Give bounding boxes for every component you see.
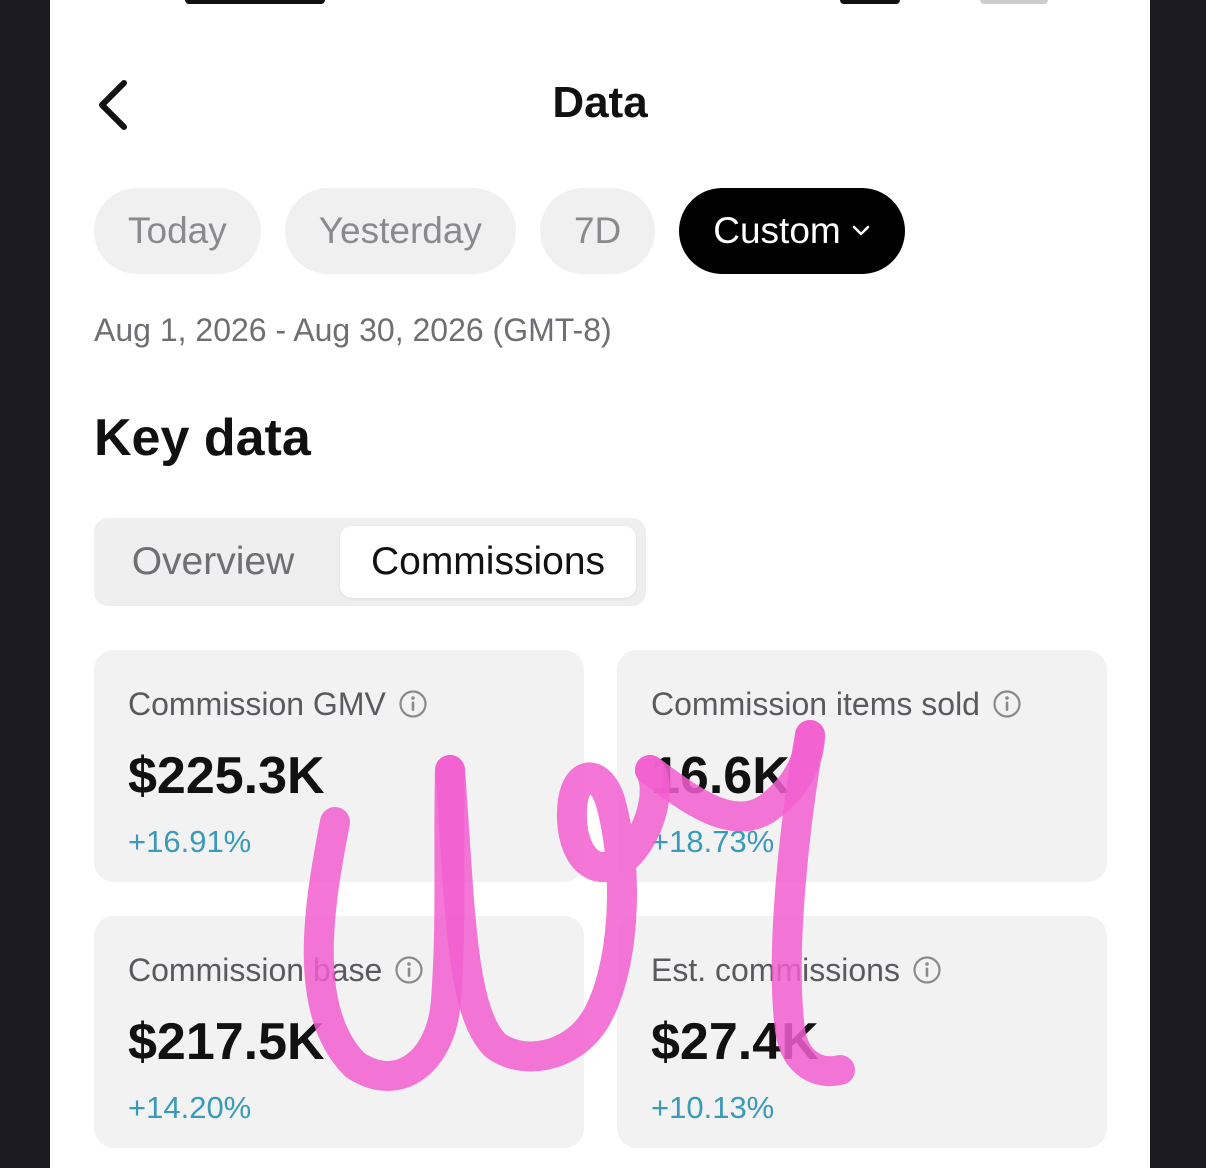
chip-custom[interactable]: Custom: [679, 188, 905, 274]
tab-overview[interactable]: Overview: [100, 526, 326, 598]
metric-label-row: Commission GMV: [128, 684, 550, 724]
metric-card-commission-base[interactable]: Commission base $217.5K +14.20%: [94, 916, 584, 1148]
metric-value: $217.5K: [128, 1013, 325, 1071]
metric-card-est-commissions[interactable]: Est. commissions $27.4K +10.13%: [617, 916, 1107, 1148]
key-data-tabs: Overview Commissions: [94, 518, 646, 606]
metric-change: +16.91%: [128, 824, 252, 859]
metric-label: Commission GMV: [128, 685, 386, 722]
chip-label: Today: [128, 210, 227, 251]
section-title-key-data: Key data: [94, 409, 311, 467]
metric-label: Commission base: [128, 951, 383, 988]
info-icon[interactable]: [394, 955, 424, 985]
metric-label-row: Est. commissions: [651, 950, 1073, 990]
chip-7d[interactable]: 7D: [539, 188, 656, 274]
metric-card-commission-items-sold[interactable]: Commission items sold 16.6K +18.73%: [617, 650, 1107, 882]
metric-card-commission-gmv[interactable]: Commission GMV $225.3K +16.91%: [94, 650, 584, 882]
metric-change: +18.73%: [651, 824, 775, 859]
metric-label: Est. commissions: [651, 951, 900, 988]
metric-value: $225.3K: [128, 747, 325, 805]
info-icon[interactable]: [398, 689, 428, 719]
chevron-down-icon: [851, 224, 871, 238]
page-title: Data: [552, 78, 648, 127]
tab-commissions[interactable]: Commissions: [340, 526, 636, 598]
chip-label: 7D: [573, 210, 622, 251]
battery-icon: [980, 0, 1048, 4]
info-icon[interactable]: [992, 689, 1022, 719]
metric-change: +14.20%: [128, 1090, 252, 1125]
top-navigation-bar: Data: [50, 60, 1150, 150]
metric-change: +10.13%: [651, 1090, 775, 1125]
date-filter-chips: Today Yesterday 7D Custom: [94, 188, 905, 274]
chip-label: Yesterday: [318, 210, 482, 251]
signal-icon: [840, 0, 900, 4]
metric-label: Commission items sold: [651, 685, 980, 722]
chip-today[interactable]: Today: [94, 188, 261, 274]
chip-label: Custom: [713, 210, 841, 251]
metric-value: $27.4K: [651, 1013, 819, 1071]
app-screen: Data Today Yesterday 7D Custom Aug 1, 20…: [50, 0, 1150, 1168]
date-range-text: Aug 1, 2026 - Aug 30, 2026 (GMT-8): [94, 312, 612, 348]
metric-label-row: Commission items sold: [651, 684, 1073, 724]
metric-value: 16.6K: [651, 747, 790, 805]
metric-label-row: Commission base: [128, 950, 550, 990]
info-icon[interactable]: [912, 955, 942, 985]
chip-yesterday[interactable]: Yesterday: [284, 188, 516, 274]
status-bar-time: [185, 0, 325, 4]
